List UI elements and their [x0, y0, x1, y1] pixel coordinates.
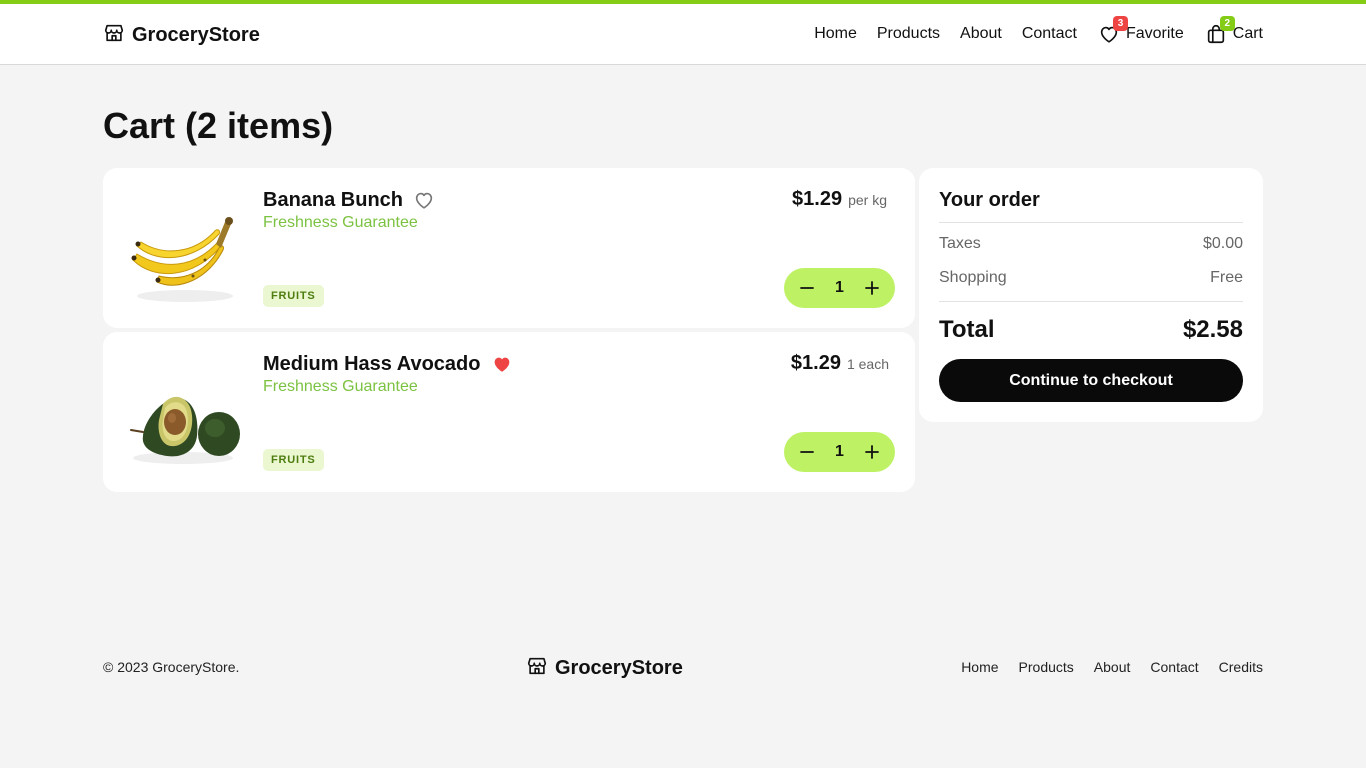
page-title-main: Cart — [103, 105, 176, 146]
footer-links: Home Products About Contact Credits — [961, 658, 1263, 676]
divider — [939, 222, 1243, 223]
favorite-outline-icon[interactable] — [413, 189, 435, 211]
footer-link-credits[interactable]: Credits — [1219, 658, 1263, 676]
nav-link-about[interactable]: About — [960, 22, 1002, 46]
footer-link-contact[interactable]: Contact — [1150, 658, 1198, 676]
order-row-shipping: Shopping Free — [939, 268, 1243, 288]
nav-favorite-link[interactable]: 3 Favorite — [1098, 16, 1184, 45]
order-title: Your order — [939, 189, 1040, 211]
plus-icon[interactable] — [863, 279, 881, 297]
footer: © 2023 GroceryStore. GroceryStore Home P… — [0, 640, 1366, 694]
top-navigation: GroceryStore Home Products About Contact… — [0, 4, 1366, 65]
footer-brand-logo[interactable]: GroceryStore — [526, 655, 683, 682]
cart-label: Cart — [1232, 25, 1263, 42]
price-amount: $1.29 — [792, 188, 843, 210]
page-title: Cart (2 items) — [103, 104, 333, 148]
favorite-label: Favorite — [1125, 25, 1184, 42]
minus-icon[interactable] — [798, 279, 816, 297]
quantity-stepper: 1 — [784, 268, 895, 308]
cart-item: Medium Hass Avocado Freshness Guarantee … — [103, 332, 915, 492]
footer-brand-name: GroceryStore — [555, 657, 683, 679]
order-row-value: Free — [1210, 269, 1243, 286]
brand-name: GroceryStore — [132, 24, 260, 46]
order-row-label: Shopping — [939, 269, 1007, 286]
store-icon — [103, 22, 125, 49]
footer-link-home[interactable]: Home — [961, 658, 998, 676]
order-row-label: Taxes — [939, 235, 981, 252]
minus-icon[interactable] — [798, 443, 816, 461]
avocado-image — [123, 352, 245, 474]
cart-item: Banana Bunch Freshness Guarantee FRUITS … — [103, 168, 915, 328]
price-unit: per kg — [848, 192, 887, 208]
quantity-value: 1 — [835, 279, 844, 296]
cart-count-badge: 2 — [1219, 16, 1235, 31]
order-summary: Your order Taxes $0.00 Shopping Free Tot… — [919, 168, 1263, 422]
page-title-count: (2 items) — [185, 105, 334, 146]
checkout-button[interactable]: Continue to checkout — [939, 359, 1243, 402]
heart-icon: 3 — [1098, 16, 1128, 45]
divider — [939, 301, 1243, 302]
copyright: © 2023 GroceryStore. — [103, 659, 240, 675]
nav-link-contact[interactable]: Contact — [1022, 22, 1077, 46]
category-tag: FRUITS — [263, 285, 324, 307]
quantity-value: 1 — [835, 443, 844, 460]
item-name[interactable]: Banana Bunch — [263, 188, 403, 212]
item-name[interactable]: Medium Hass Avocado — [263, 352, 480, 376]
nav-cart-link[interactable]: 2 Cart — [1205, 16, 1263, 45]
store-icon — [526, 655, 548, 682]
order-total: Total $2.58 — [939, 316, 1243, 344]
price-unit: 1 each — [846, 356, 889, 372]
order-row-taxes: Taxes $0.00 — [939, 234, 1243, 254]
quantity-stepper: 1 — [784, 432, 895, 472]
footer-link-about[interactable]: About — [1094, 658, 1131, 676]
banana-image — [123, 188, 245, 310]
total-value: $2.58 — [1182, 316, 1243, 343]
plus-icon[interactable] — [863, 443, 881, 461]
nav-link-products[interactable]: Products — [877, 22, 940, 46]
item-subtitle: Freshness Guarantee — [263, 214, 418, 231]
shopping-bag-icon: 2 — [1205, 16, 1235, 45]
favorite-count-badge: 3 — [1112, 16, 1128, 31]
footer-link-products[interactable]: Products — [1019, 658, 1074, 676]
brand-logo[interactable]: GroceryStore — [103, 22, 260, 49]
item-price: $1.29 per kg — [792, 188, 887, 211]
category-tag: FRUITS — [263, 449, 324, 471]
nav-links: Home Products About Contact 3 Favorite 2 — [814, 16, 1263, 46]
price-amount: $1.29 — [790, 352, 841, 374]
item-subtitle: Freshness Guarantee — [263, 378, 418, 395]
nav-link-home[interactable]: Home — [814, 22, 857, 46]
favorite-filled-icon[interactable] — [491, 353, 513, 375]
item-price: $1.29 1 each — [791, 352, 889, 375]
total-label: Total — [939, 316, 995, 343]
order-row-value: $0.00 — [1202, 235, 1243, 252]
